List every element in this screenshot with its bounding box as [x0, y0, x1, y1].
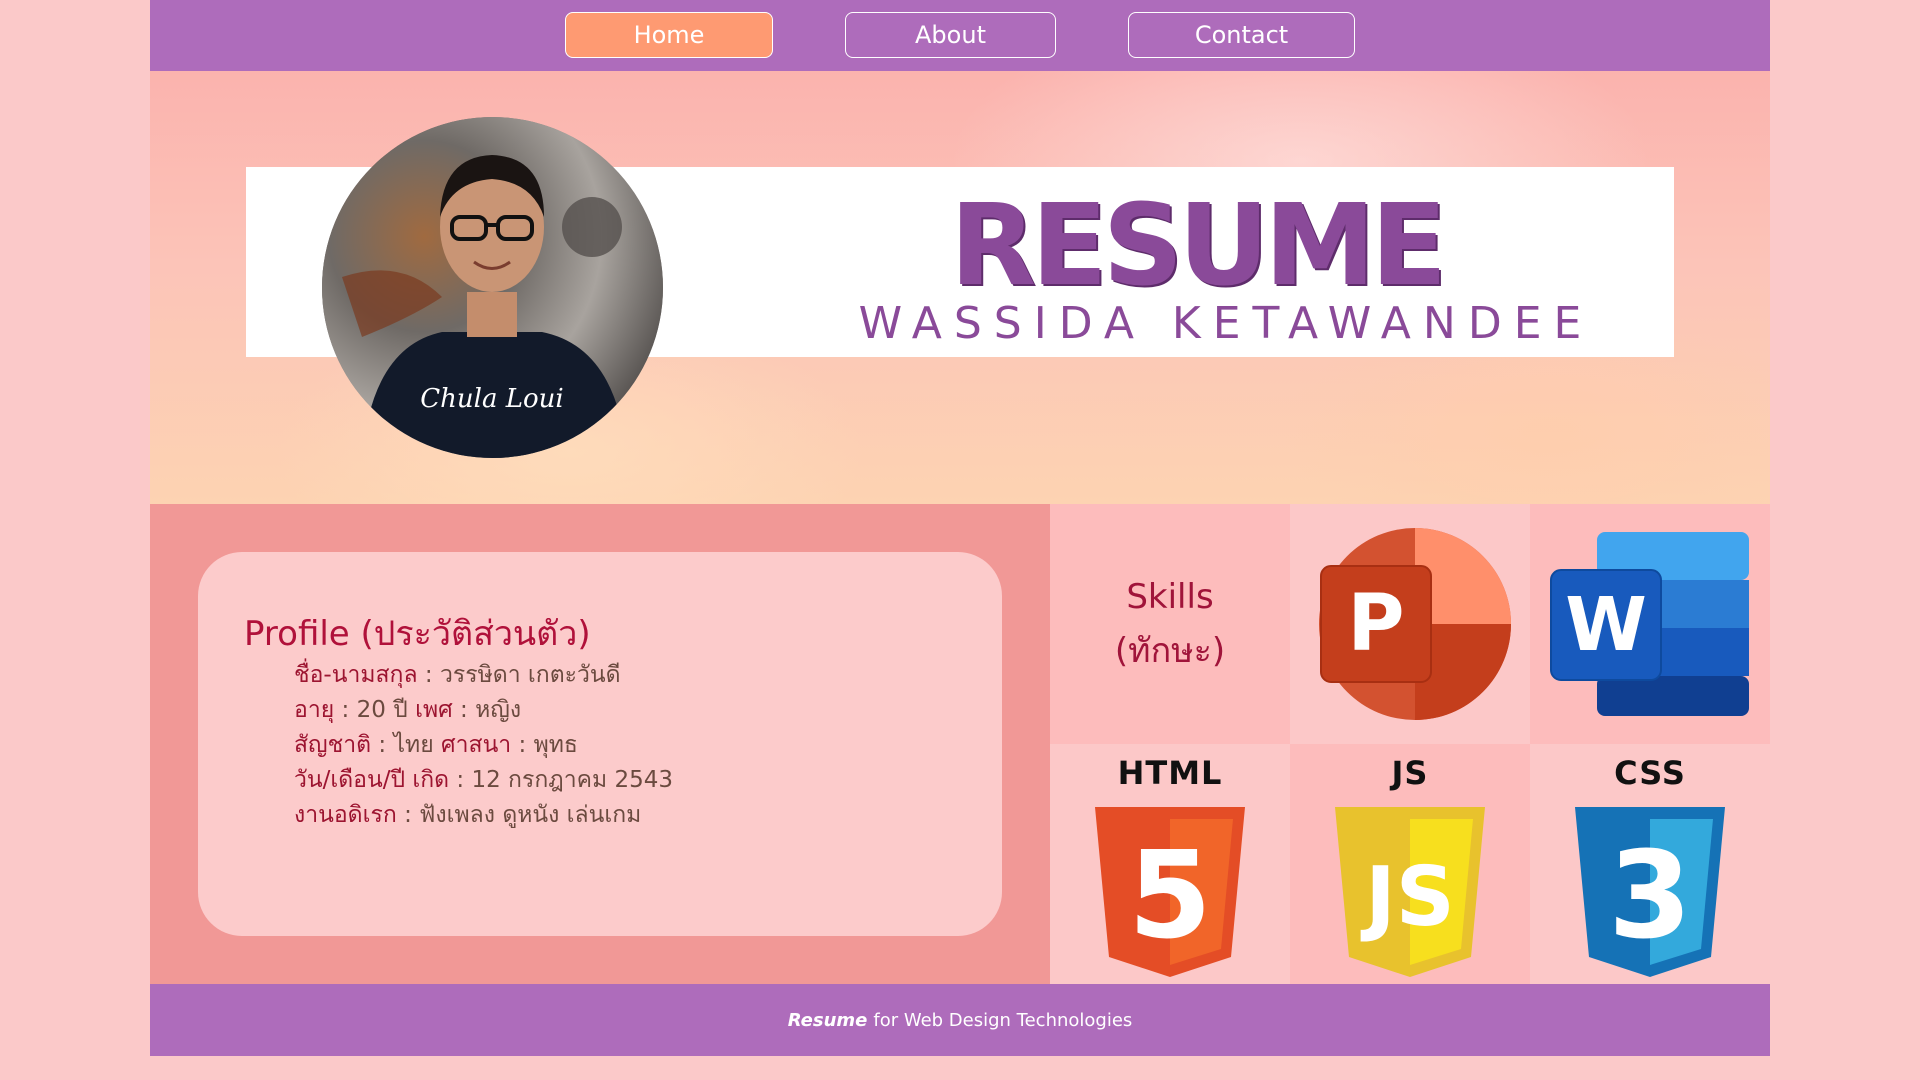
label-gender: เพศ — [415, 697, 453, 723]
javascript-icon: JS — [1335, 807, 1485, 977]
value-nationality: ไทย — [393, 732, 434, 758]
powerpoint-letter: P — [1347, 579, 1404, 669]
powerpoint-icon: P — [1319, 528, 1511, 720]
skills-label: Skills (ทักษะ) — [1115, 570, 1225, 678]
value-birthdate: 12 กรกฎาคม 2543 — [471, 767, 674, 793]
separator: : — [371, 732, 394, 758]
label-religion: ศาสนา — [441, 732, 512, 758]
separator: : — [334, 697, 357, 723]
label-hobby: งานอดิเรก — [294, 802, 397, 828]
nav-home-button[interactable]: Home — [565, 12, 773, 58]
label-birthdate: วัน/เดือน/ปี เกิด — [294, 767, 450, 793]
label-nationality: สัญชาติ — [294, 732, 372, 758]
skills-label-th: (ทักษะ) — [1114, 631, 1226, 671]
word-letter: W — [1565, 582, 1647, 668]
top-nav: Home About Contact — [150, 0, 1770, 71]
profile-section: Profile (ประวัติส่วนตัว) ชื่อ-นามสกุล : … — [150, 504, 1050, 984]
person-photo-icon: Chula Loui — [322, 117, 663, 458]
css3-cell: CSS 3 — [1530, 744, 1770, 984]
css3-digit: 3 — [1608, 827, 1692, 966]
value-gender: หญิง — [475, 697, 522, 723]
value-religion: พุทธ — [533, 732, 578, 758]
profile-line-nationality: สัญชาติ : ไทย ศาสนา : พุทธ — [294, 728, 673, 763]
skills-grid: Skills (ทักษะ) P W HTML 5 JS JS CSS 3 — [1050, 504, 1770, 984]
separator: : — [396, 802, 420, 828]
label-fullname: ชื่อ-นามสกุล — [294, 662, 418, 688]
nav-contact-button[interactable]: Contact — [1128, 12, 1355, 58]
profile-line-age: อายุ : 20 ปี เพศ : หญิง — [294, 693, 673, 728]
css3-icon: 3 — [1575, 807, 1725, 977]
profile-line-name: ชื่อ-นามสกุล : วรรษิดา เกตะวันดี — [294, 658, 673, 693]
avatar: Chula Loui — [322, 117, 663, 458]
separator: : — [511, 732, 534, 758]
separator: : — [452, 697, 476, 723]
css-caption: CSS — [1614, 754, 1686, 792]
footer-text: for Web Design Technologies — [873, 1009, 1133, 1031]
skills-label-en: Skills — [1126, 577, 1214, 617]
nav-about-button[interactable]: About — [845, 12, 1056, 58]
word-icon: W — [1550, 532, 1749, 716]
footer-brand: Resume — [787, 1009, 868, 1031]
javascript-cell: JS JS — [1290, 744, 1530, 984]
value-hobby: ฟังเพลง ดูหนัง เล่นเกม — [419, 802, 642, 828]
word-cell: W — [1530, 504, 1770, 744]
footer: Resume for Web Design Technologies — [150, 984, 1770, 1056]
value-age: 20 ปี — [356, 697, 408, 723]
profile-line-birthdate: วัน/เดือน/ปี เกิด : 12 กรกฎาคม 2543 — [294, 763, 673, 798]
profile-line-hobby: งานอดิเรก : ฟังเพลง ดูหนัง เล่นเกม — [294, 798, 673, 833]
profile-card: Profile (ประวัติส่วนตัว) ชื่อ-นามสกุล : … — [198, 552, 1002, 936]
skills-label-cell: Skills (ทักษะ) — [1050, 504, 1290, 744]
html5-cell: HTML 5 — [1050, 744, 1290, 984]
html5-icon: 5 — [1095, 807, 1245, 977]
powerpoint-cell: P — [1290, 504, 1530, 744]
separator: : — [417, 662, 440, 688]
js-digit: JS — [1360, 850, 1455, 945]
separator: : — [449, 767, 472, 793]
shirt-text: Chula Loui — [420, 384, 563, 414]
js-caption: JS — [1391, 754, 1429, 792]
page: Home About Contact RESUME WASSIDA KETAWA… — [150, 0, 1770, 1056]
resume-name: WASSIDA KETAWANDEE — [858, 298, 1594, 349]
profile-details: ชื่อ-นามสกุล : วรรษิดา เกตะวันดี อายุ : … — [294, 658, 673, 833]
label-age: อายุ — [294, 697, 335, 723]
profile-title: Profile (ประวัติส่วนตัว) — [244, 614, 591, 654]
value-fullname: วรรษิดา เกตะวันดี — [439, 662, 621, 688]
hero-banner: RESUME WASSIDA KETAWANDEE Chula Loui — [150, 71, 1770, 504]
html-caption: HTML — [1117, 754, 1223, 792]
html5-digit: 5 — [1128, 827, 1212, 966]
